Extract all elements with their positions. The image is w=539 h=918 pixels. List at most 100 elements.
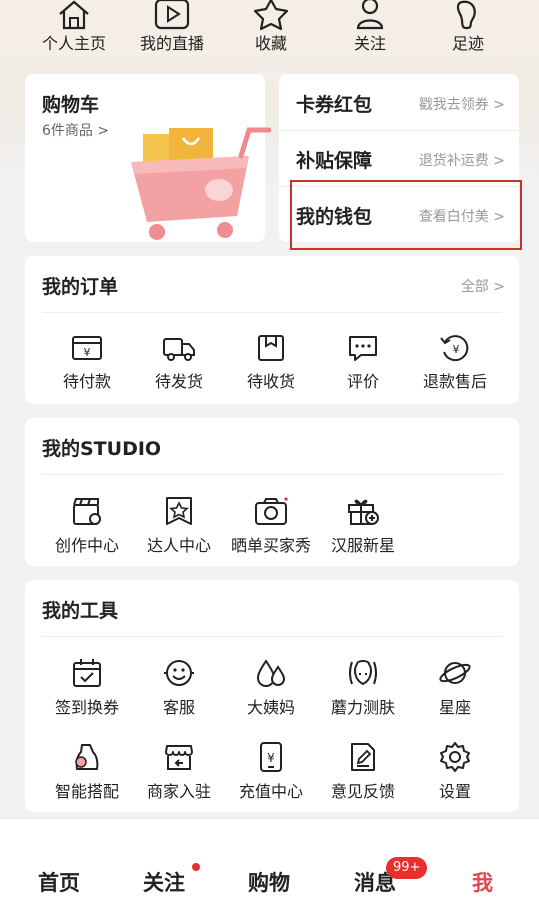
order-label: 待收货 [246, 372, 295, 391]
studio-title: 我的STUDIO [42, 438, 162, 460]
orders-card: 我的订单 全部 > ¥ 待付款 待发货 待收货 评价 ¥ 退款售后 [25, 256, 519, 404]
order-refund[interactable]: ¥ 退款售后 [409, 334, 501, 392]
shop-icon [165, 745, 193, 770]
studio-influencer-center[interactable]: 达人中心 [133, 496, 225, 556]
quick-link-footprint[interactable]: 足迹 [418, 0, 518, 60]
drops-icon [256, 659, 286, 687]
feedback-icon [351, 743, 375, 771]
studio-label: 汉服新星 [330, 536, 395, 555]
camera-icon [255, 497, 288, 525]
order-review[interactable]: 评价 [317, 334, 409, 392]
tab-home[interactable]: 首页 [38, 867, 80, 897]
order-pending-shipment[interactable]: 待发货 [133, 334, 225, 392]
quick-link-label: 个人主页 [41, 34, 106, 53]
tool-horoscope[interactable]: 星座 [409, 658, 501, 718]
smiley-icon [164, 660, 194, 686]
shopping-cart-illustration [131, 127, 271, 240]
quick-link-label: 关注 [353, 34, 386, 53]
truck-icon [163, 338, 195, 361]
studio-buyer-show[interactable]: 晒单买家秀 [225, 496, 317, 556]
studio-card: 我的STUDIO 创作中心 达人中心 晒单买家秀 汉服新星 [25, 418, 519, 566]
gift-icon [348, 499, 379, 525]
tab-me[interactable]: 我 [472, 867, 493, 897]
follow-notification-dot [192, 863, 200, 871]
cart-title: 购物车 [42, 94, 100, 116]
quick-link-live[interactable]: 我的直播 [122, 0, 222, 60]
bottom-tab-bar: 首页 关注 购物 消息 99+ 我 [0, 818, 539, 918]
svg-text:¥: ¥ [84, 346, 91, 359]
tool-recharge-center[interactable]: ¥ 充值中心 [225, 742, 317, 802]
tool-label: 商家入驻 [146, 782, 211, 801]
tab-follow[interactable]: 关注 [143, 867, 185, 897]
tool-label: 星座 [438, 698, 471, 717]
subsidy-title: 补贴保障 [296, 150, 373, 172]
gear-icon [440, 742, 470, 772]
star-icon [253, 0, 289, 30]
subsidy-link[interactable]: 退货补运费 > [419, 150, 505, 170]
star-badge-icon [166, 497, 192, 525]
comment-icon [349, 336, 377, 361]
subsidy-row[interactable]: 补贴保障 退货补运费 > [279, 130, 519, 187]
tool-label: 意见反馈 [330, 782, 395, 801]
tool-label: 设置 [438, 782, 471, 801]
studio-label: 达人中心 [146, 536, 211, 555]
tools-title: 我的工具 [42, 600, 119, 622]
quick-link-label: 收藏 [254, 34, 287, 53]
cart-card[interactable]: 购物车 6件商品 > [25, 74, 271, 242]
order-pending-payment[interactable]: ¥ 待付款 [41, 334, 133, 392]
tool-feedback[interactable]: 意见反馈 [317, 742, 409, 802]
divider [42, 636, 502, 637]
coupons-link[interactable]: 戳我去领券 > [419, 94, 505, 114]
messages-badge: 99+ [386, 857, 428, 879]
tool-label: 签到换券 [54, 698, 119, 717]
divider [42, 312, 502, 313]
order-pending-receipt[interactable]: 待收货 [225, 334, 317, 392]
quick-link-favorites[interactable]: 收藏 [221, 0, 321, 60]
quick-link-label: 我的直播 [139, 34, 204, 53]
tool-label: 充值中心 [238, 782, 303, 801]
face-scan-icon [349, 660, 377, 686]
phone-yuan-icon: ¥ [260, 742, 282, 772]
tool-settings[interactable]: 设置 [409, 742, 501, 802]
calendar-check-icon [73, 659, 101, 687]
wallet-icon: ¥ [72, 336, 102, 360]
order-label: 评价 [346, 372, 379, 391]
follow-user-icon [356, 0, 384, 30]
svg-text:¥: ¥ [267, 751, 275, 765]
tool-skin-test[interactable]: 蘑力测肤 [317, 658, 409, 718]
quick-links: 个人主页 我的直播 收藏 关注 足迹 [0, 0, 539, 60]
studio-hanfu-star[interactable]: 汉服新星 [317, 496, 409, 556]
play-icon [154, 0, 190, 30]
tool-label: 大姨妈 [246, 698, 295, 717]
home-icon [59, 0, 89, 30]
box-icon [258, 335, 284, 361]
footprint-icon [456, 0, 476, 30]
tool-period-tracker[interactable]: 大姨妈 [225, 658, 317, 718]
quick-link-follow[interactable]: 关注 [320, 0, 420, 60]
order-label: 待付款 [62, 372, 111, 391]
order-label: 待发货 [154, 372, 203, 391]
tool-label: 智能搭配 [54, 782, 119, 801]
tools-card: 我的工具 签到换券 客服 大姨妈 蘑力测肤 星座 智能搭配 商家入驻 ¥ 充值中… [25, 580, 519, 812]
orders-all-link[interactable]: 全部 > [461, 276, 505, 296]
tool-merchant-join[interactable]: 商家入驻 [133, 742, 225, 802]
coupons-title: 卡券红包 [296, 94, 373, 116]
svg-text:¥: ¥ [453, 343, 460, 356]
orders-title: 我的订单 [42, 276, 119, 298]
tab-shopping[interactable]: 购物 [248, 867, 290, 897]
quick-link-label: 足迹 [451, 34, 484, 53]
tool-label: 蘑力测肤 [330, 698, 395, 717]
cart-subtitle[interactable]: 6件商品 > [42, 120, 109, 140]
studio-label: 晒单买家秀 [230, 536, 311, 555]
tool-checkin[interactable]: 签到换券 [41, 658, 133, 718]
outfit-icon [75, 744, 99, 770]
quick-link-home[interactable]: 个人主页 [24, 0, 124, 60]
clapperboard-icon [73, 498, 101, 525]
tool-customer-service[interactable]: 客服 [133, 658, 225, 718]
studio-creator-center[interactable]: 创作中心 [41, 496, 133, 556]
tool-smart-outfit[interactable]: 智能搭配 [41, 742, 133, 802]
planet-icon [439, 662, 471, 684]
coupons-row[interactable]: 卡券红包 戳我去领券 > [279, 74, 519, 131]
wallet-highlight-frame [290, 180, 522, 250]
divider [42, 474, 502, 475]
